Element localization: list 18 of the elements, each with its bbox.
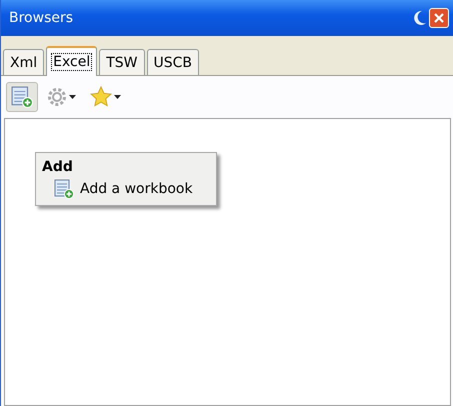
menu-item[interactable]: Add a workbook bbox=[40, 179, 216, 199]
menu-item-label: Add a workbook bbox=[80, 181, 193, 197]
close-button[interactable] bbox=[429, 8, 449, 28]
menu-heading: Add bbox=[41, 158, 74, 177]
caret-icon bbox=[114, 95, 121, 99]
tab[interactable]: USCB bbox=[146, 49, 200, 75]
moon-icon[interactable] bbox=[411, 9, 427, 27]
caret-icon bbox=[69, 95, 76, 99]
close-icon bbox=[434, 13, 444, 23]
add-toolbar-button[interactable] bbox=[6, 82, 38, 112]
sheet-add-icon bbox=[54, 179, 74, 199]
gear-icon bbox=[47, 87, 67, 107]
window-title: Browsers bbox=[9, 10, 74, 26]
tab[interactable]: Excel bbox=[46, 46, 98, 76]
tab[interactable]: Xml bbox=[3, 49, 44, 75]
sheet-add-icon bbox=[11, 86, 33, 108]
star-icon bbox=[90, 86, 112, 108]
tab[interactable]: TSW bbox=[99, 49, 144, 75]
